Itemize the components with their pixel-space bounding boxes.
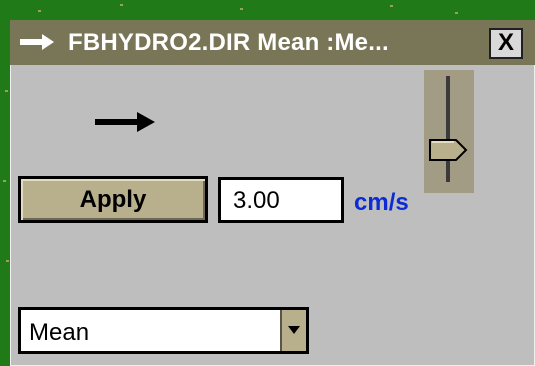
window-title: FBHYDRO2.DIR Mean :Me... — [68, 29, 389, 56]
mode-selected: Mean — [29, 319, 90, 346]
close-button[interactable]: X — [489, 28, 523, 59]
chevron-down-icon — [288, 326, 300, 334]
vector-window: FBHYDRO2.DIR Mean :Me... X Apply 3.00 cm… — [10, 20, 535, 366]
slider-track — [446, 76, 450, 182]
dropdown-button[interactable] — [280, 310, 306, 351]
magnitude-slider[interactable] — [424, 70, 474, 193]
direction-arrow-icon — [95, 112, 155, 132]
mode-select[interactable]: Mean — [18, 307, 309, 354]
arrow-right-icon — [20, 34, 54, 50]
slider-thumb[interactable] — [428, 138, 468, 162]
titlebar[interactable]: FBHYDRO2.DIR Mean :Me... X — [10, 20, 535, 65]
value-input[interactable]: 3.00 — [218, 177, 344, 223]
apply-button[interactable]: Apply — [18, 176, 208, 223]
unit-label: cm/s — [354, 189, 409, 216]
